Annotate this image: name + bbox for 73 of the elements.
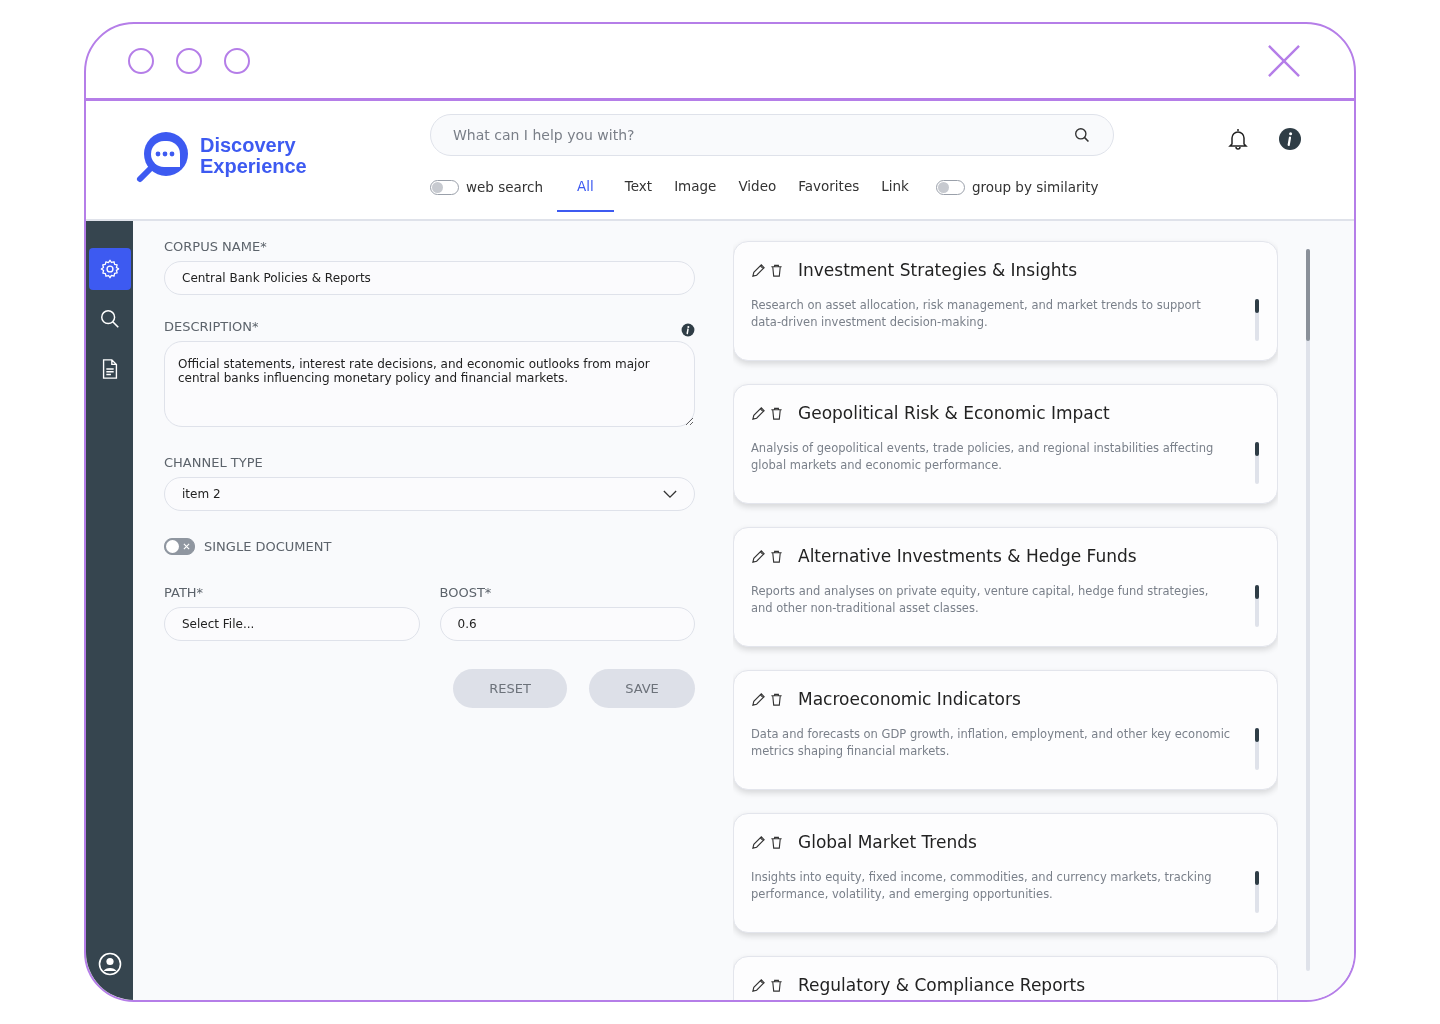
card-title: Macroeconomic Indicators bbox=[798, 689, 1021, 709]
search-icon[interactable] bbox=[1074, 126, 1091, 144]
path-field[interactable]: Select File... bbox=[164, 607, 420, 641]
toggle-label: SINGLE DOCUMENT bbox=[204, 539, 332, 554]
scrollbar[interactable] bbox=[1255, 442, 1259, 484]
filter-tab[interactable]: Text bbox=[613, 166, 664, 212]
search-icon bbox=[98, 308, 121, 330]
trash-icon[interactable] bbox=[769, 405, 784, 421]
field-label: CHANNEL TYPE bbox=[164, 455, 264, 470]
trash-icon[interactable] bbox=[769, 691, 784, 707]
card-title: Investment Strategies & Insights bbox=[798, 260, 1078, 280]
bell-icon[interactable] bbox=[1226, 127, 1250, 151]
close-icon[interactable] bbox=[1268, 45, 1300, 77]
trash-icon[interactable] bbox=[769, 977, 784, 993]
scrollbar[interactable] bbox=[1255, 871, 1259, 913]
pencil-icon[interactable] bbox=[751, 262, 766, 278]
corpus-card[interactable]: Alternative Investments & Hedge Funds Reports and analyses on private equity, venture capital, hedge fund strategies, and other non-traditional asset classes. bbox=[733, 527, 1278, 647]
info-icon[interactable] bbox=[1278, 127, 1302, 151]
field-label: BOOST* bbox=[439, 585, 493, 600]
search-bar[interactable]: What can I help you with? bbox=[430, 114, 1114, 156]
card-description: Data and forecasts on GDP growth, inflation, employment, and other key economic metrics shaping financial markets. bbox=[751, 726, 1231, 760]
card-description: Analysis of geopolitical events, trade policies, and regional instabilities affecting global markets and economic performance. bbox=[751, 440, 1215, 474]
card-description: Reports and analyses on private equity, venture capital, hedge fund strategies, and other non-traditional asset classes. bbox=[751, 583, 1210, 617]
field-label: CORPUS NAME* bbox=[164, 239, 268, 254]
filter-tab[interactable]: Image bbox=[663, 166, 728, 212]
field-label: PATH* bbox=[164, 585, 205, 600]
card-title: Regulatory & Compliance Reports bbox=[798, 975, 1086, 995]
pencil-icon[interactable] bbox=[751, 834, 766, 850]
user-avatar-icon[interactable] bbox=[97, 952, 122, 976]
scrollbar[interactable] bbox=[1255, 728, 1259, 770]
corpus-card[interactable]: Regulatory & Compliance Reports bbox=[733, 956, 1278, 1000]
card-title: Geopolitical Risk & Economic Impact bbox=[798, 403, 1110, 423]
boost-field[interactable]: 0.6 bbox=[439, 607, 695, 641]
scrollbar[interactable] bbox=[1255, 299, 1259, 341]
card-description: Insights into equity, fixed income, commodities, and currency markets, tracking performance, volatility, and emerging opportunities. bbox=[751, 869, 1213, 903]
corpus-card[interactable]: Geopolitical Risk & Economic Impact Analysis of geopolitical events, trade policies, and regional instabilities affecting global markets and economic performance. bbox=[733, 384, 1278, 504]
corpus-card[interactable]: Investment Strategies & Insights Research on asset allocation, risk management, and market trends to support data-driven investment decision-making. bbox=[733, 241, 1278, 361]
toggle-label: web search bbox=[466, 179, 544, 195]
channel-type-dropdown[interactable]: item 2 bbox=[164, 477, 695, 511]
filter-tab[interactable]: Video bbox=[727, 166, 788, 212]
card-title: Alternative Investments & Hedge Funds bbox=[798, 546, 1137, 566]
trash-icon[interactable] bbox=[769, 548, 784, 564]
brand-name: Discovery Experience bbox=[200, 135, 307, 177]
toggle-switch[interactable] bbox=[164, 538, 195, 555]
corpus-card[interactable]: Global Market Trends Insights into equity, fixed income, commodities, and currency markets, tracking performance, volatility, and emerging opportunities. bbox=[733, 813, 1278, 933]
description-field[interactable]: Official statements, interest rate decisions, and economic outlooks from major central banks influencing monetary policy and financial markets. bbox=[164, 341, 695, 427]
info-icon[interactable] bbox=[681, 323, 695, 337]
window-control-icon[interactable] bbox=[128, 48, 154, 74]
window-control-icon[interactable] bbox=[224, 48, 250, 74]
filter-tab[interactable]: Favorites bbox=[787, 166, 871, 212]
pencil-icon[interactable] bbox=[751, 977, 766, 993]
pencil-icon[interactable] bbox=[751, 405, 766, 421]
search-input[interactable]: What can I help you with? bbox=[451, 126, 1074, 144]
pencil-icon[interactable] bbox=[751, 548, 766, 564]
settings-icon bbox=[98, 258, 121, 280]
filter-tab[interactable]: All bbox=[557, 166, 614, 212]
window-control-icon[interactable] bbox=[176, 48, 202, 74]
card-title: Global Market Trends bbox=[798, 832, 977, 852]
trash-icon[interactable] bbox=[769, 262, 784, 278]
toggle-label: group by similarity bbox=[971, 179, 1099, 195]
sidebar-item[interactable] bbox=[88, 248, 131, 290]
corpus-name-field[interactable]: Central Bank Policies & Reports bbox=[164, 261, 695, 295]
chevron-down-icon bbox=[663, 489, 677, 499]
filter-tab[interactable]: Link bbox=[870, 166, 920, 212]
toggle-switch[interactable] bbox=[935, 179, 965, 195]
corpus-card[interactable]: Macroeconomic Indicators Data and forecasts on GDP growth, inflation, employment, and other key economic metrics shaping financial markets. bbox=[733, 670, 1278, 790]
card-description: Research on asset allocation, risk management, and market trends to support data-driven investment decision-making. bbox=[751, 297, 1202, 331]
field-label: DESCRIPTION* bbox=[164, 319, 259, 334]
toggle-switch[interactable] bbox=[430, 179, 459, 195]
trash-icon[interactable] bbox=[769, 834, 784, 850]
cross-icon bbox=[183, 543, 190, 550]
pencil-icon[interactable] bbox=[751, 691, 766, 707]
scrollbar[interactable] bbox=[1255, 585, 1259, 627]
